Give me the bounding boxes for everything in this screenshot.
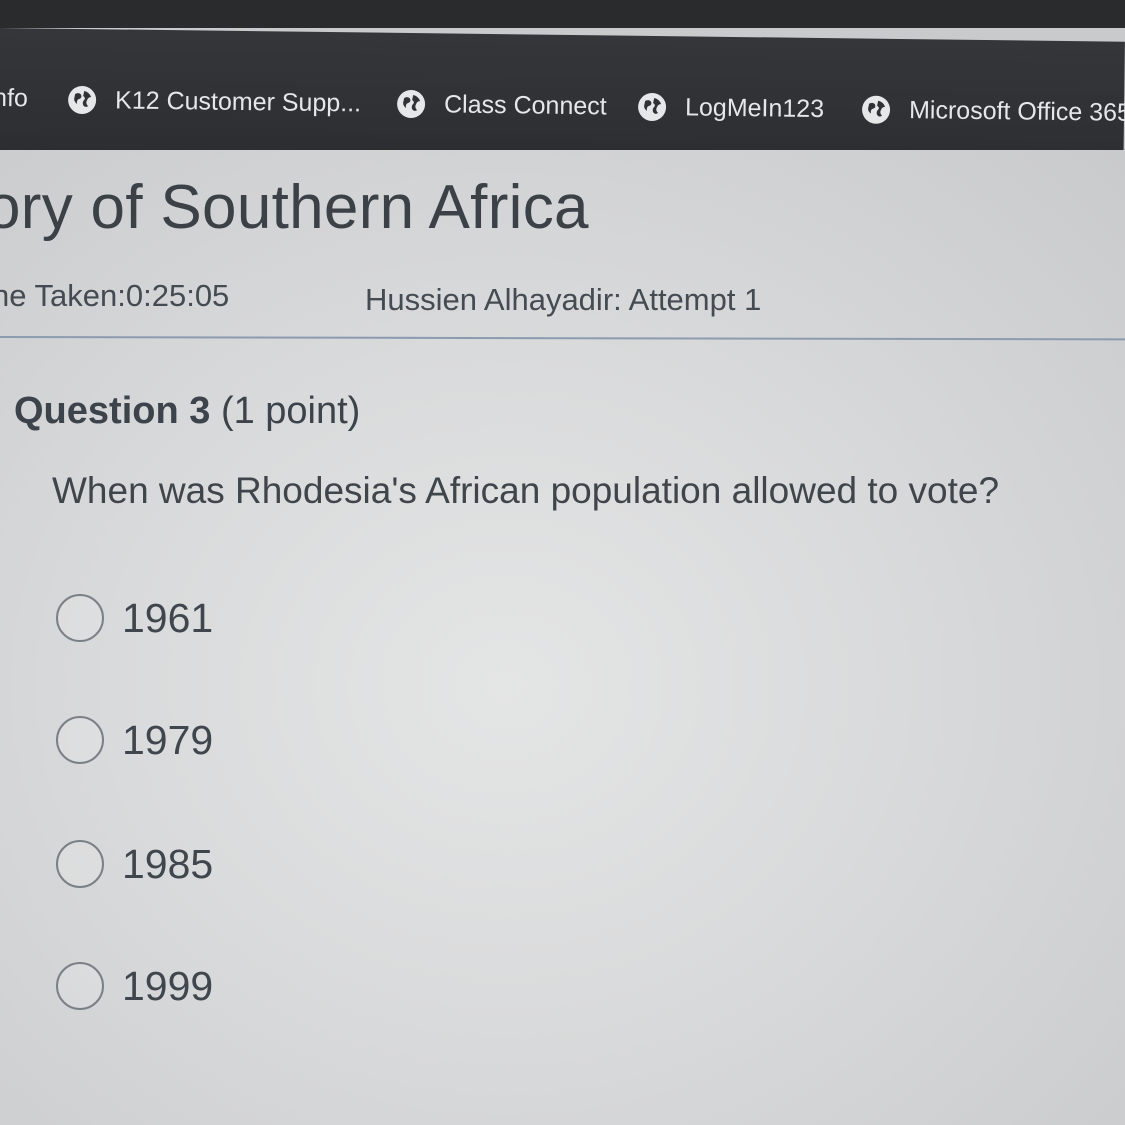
option-label: 1985 [122,840,214,887]
option-label: 1961 [122,594,214,641]
time-taken: ne Taken:0:25:05 [0,278,230,313]
attempt-info: Hussien Alhayadir: Attempt 1 [365,282,762,317]
bookmark-label: Class Connect [443,89,607,120]
option-label: 1999 [122,962,214,1009]
screen-bezel [0,0,1125,28]
answer-option-1961[interactable]: 1961 [56,594,213,642]
question-header: Question 3 (1 point) [14,390,360,433]
radio-button[interactable] [56,962,104,1010]
bookmark-info[interactable]: nfo [0,84,28,113]
question-text: When was Rhodesia's African population a… [52,470,1000,511]
radio-button[interactable] [56,594,104,642]
globe-icon [68,86,97,115]
radio-button[interactable] [56,716,104,764]
header-divider [0,336,1125,341]
globe-icon [397,90,426,119]
bookmark-label: LogMeIn123 [684,92,825,123]
bookmark-label: Microsoft Office 365 [908,95,1125,127]
quiz-page: ory of Southern Africa ne Taken:0:25:05 … [0,150,1125,1125]
answer-option-1999[interactable]: 1999 [56,962,213,1010]
option-label: 1979 [122,716,214,763]
bookmark-logmein123[interactable]: LogMeIn123 [637,92,824,124]
bookmark-class-connect[interactable]: Class Connect [396,89,607,122]
bookmark-label: K12 Customer Supp... [114,85,362,117]
globe-icon [862,95,891,124]
globe-icon [638,92,667,121]
answer-option-1985[interactable]: 1985 [56,840,213,888]
bookmark-microsoft-office-365[interactable]: Microsoft Office 365 [861,95,1125,128]
radio-button[interactable] [56,840,104,888]
bookmark-label: nfo [0,83,29,113]
bookmark-k12-customer-support[interactable]: K12 Customer Supp... [67,85,361,119]
question-number: Question 3 [14,390,211,432]
question-points: (1 point) [220,390,361,432]
answer-option-1979[interactable]: 1979 [56,716,213,764]
course-title: ory of Southern Africa [0,173,589,242]
